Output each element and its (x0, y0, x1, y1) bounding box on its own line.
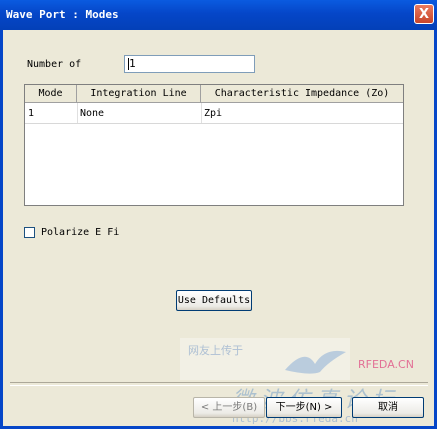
column-header-impedance[interactable]: Characteristic Impedance (Zo) (201, 85, 403, 103)
column-divider (77, 103, 78, 123)
watermark-brand: RFEDA.CN (358, 358, 414, 371)
back-button[interactable]: < 上一步(B) (193, 397, 265, 418)
bird-logo-icon (285, 350, 346, 374)
number-of-label: Number of (27, 59, 82, 70)
column-header-integration-line[interactable]: Integration Line (77, 85, 201, 103)
window-title: Wave Port : Modes (6, 8, 119, 21)
polarize-e-field-checkbox[interactable] (24, 227, 35, 238)
footer-separator (10, 382, 428, 386)
next-button[interactable]: 下一步(N) > (266, 397, 342, 418)
column-divider (201, 103, 202, 123)
watermark-uploader-text: 网友上传于 (188, 344, 243, 357)
title-bar: Wave Port : Modes X (0, 0, 437, 30)
close-icon: X (418, 7, 430, 22)
cell-mode: 1 (28, 108, 35, 119)
window-frame-left (0, 30, 3, 429)
number-of-value: 1 (129, 57, 136, 70)
number-of-input[interactable]: 1 (124, 55, 255, 73)
cell-integration-line[interactable]: None (77, 105, 200, 123)
close-button[interactable]: X (414, 4, 434, 24)
cancel-button[interactable]: 取消 (352, 397, 424, 418)
table-header: Mode Integration Line Characteristic Imp… (25, 85, 403, 103)
row-divider (25, 123, 403, 124)
polarize-e-field-label: Polarize E Fi (41, 227, 120, 238)
cell-impedance[interactable]: Zpi (201, 105, 394, 123)
use-defaults-button[interactable]: Use Defaults (176, 290, 252, 311)
modes-table[interactable]: Mode Integration Line Characteristic Imp… (24, 84, 404, 206)
column-header-mode[interactable]: Mode (25, 85, 77, 103)
